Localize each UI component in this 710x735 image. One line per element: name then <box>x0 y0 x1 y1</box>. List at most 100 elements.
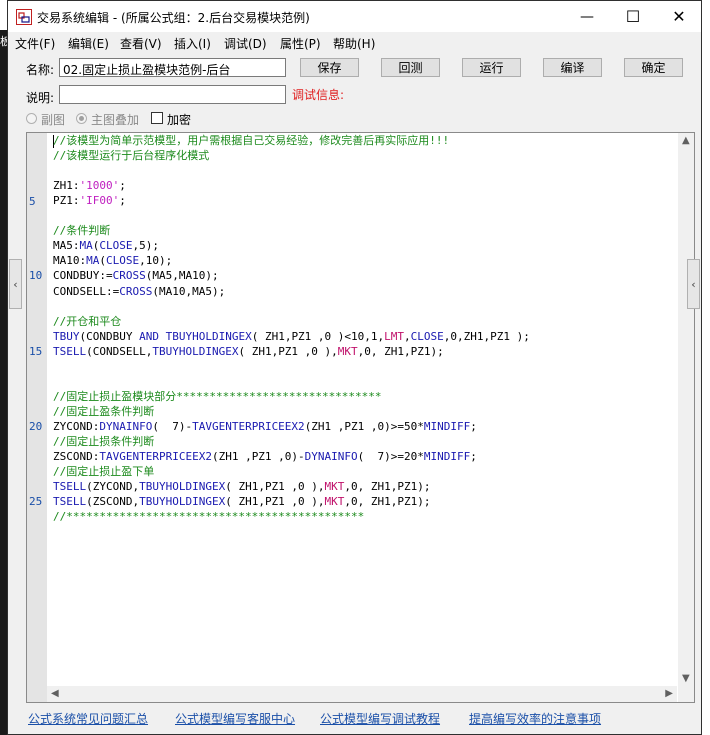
code-lines[interactable]: //该模型为简单示范模型，用户需根据自己交易经验，修改完善后再实际应用!!! //… <box>53 133 673 702</box>
scroll-up-icon[interactable]: ▲ <box>682 135 690 146</box>
code-token: LMT <box>384 329 405 343</box>
menu-file[interactable]: 文件(F) <box>15 35 55 52</box>
link-faq[interactable]: 公式系统常见问题汇总 <box>28 710 148 727</box>
vertical-scrollbar[interactable]: ▲ ▼ <box>678 133 694 702</box>
menu-debug[interactable]: 调试(D) <box>224 35 267 52</box>
code-line: MA5:MA(CLOSE,5); <box>53 238 159 253</box>
code-line: //条件判断 <box>53 223 110 238</box>
code-token: TBUYHOLDINGEX <box>139 480 226 494</box>
code-line: TBUY(CONDBUY AND TBUYHOLDINGEX( ZH1,PZ1 … <box>53 329 530 344</box>
code-token: ( 7)- <box>152 419 193 433</box>
code-token: //固定止损止盈下单 <box>53 465 155 479</box>
code-token: AND <box>139 329 159 343</box>
code-token: TBUYHOLDINGEX <box>165 329 252 343</box>
scroll-left-icon[interactable]: ◀ <box>51 688 59 699</box>
code-token: ( 7)>=20* <box>357 450 424 464</box>
line-number: 10 <box>29 269 43 282</box>
code-line: ZYCOND:DYNAINFO( 7)-TAVGENTERPRICEEX2(ZH… <box>53 419 477 434</box>
code-line: //固定止损条件判断 <box>53 434 154 449</box>
line-number: 15 <box>29 345 43 358</box>
app-icon <box>16 9 32 25</box>
scroll-right-icon[interactable]: ▶ <box>665 688 673 699</box>
minimize-button[interactable]: — <box>564 1 610 32</box>
code-line: ZH1:'1000'; <box>53 178 126 193</box>
code-token: ,10); <box>139 254 173 268</box>
menu-insert[interactable]: 插入(I) <box>174 35 211 52</box>
compile-button[interactable]: 编译 <box>543 58 602 77</box>
main-overlay-radio[interactable] <box>76 113 87 124</box>
code-token: ( <box>99 254 106 268</box>
code-token: DYNAINFO <box>99 419 153 433</box>
run-button[interactable]: 运行 <box>462 58 521 77</box>
code-token: //条件判断 <box>53 224 111 238</box>
code-token: ; <box>470 450 477 464</box>
horizontal-scrollbar[interactable]: ◀ ▶ <box>47 686 677 702</box>
code-token: ZSCOND: <box>53 450 100 464</box>
code-token: CLOSE <box>410 329 444 343</box>
code-line: //该模型运行于后台程序化模式 <box>53 148 209 163</box>
right-expand-tab[interactable]: ‹ <box>687 259 700 309</box>
code-token: (ZYCOND, <box>86 480 140 494</box>
description-label: 说明: <box>26 91 55 105</box>
background-strip-right <box>702 30 710 735</box>
code-token: CONDSELL:= <box>53 284 120 298</box>
link-support-center[interactable]: 公式模型编写客服中心 <box>175 710 295 727</box>
code-token: ,0, ZH1,PZ1); <box>344 495 431 509</box>
code-token: CLOSE <box>99 239 133 253</box>
save-button[interactable]: 保存 <box>300 58 359 77</box>
encrypt-label: 加密 <box>167 113 192 127</box>
menu-properties[interactable]: 属性(P) <box>280 35 321 52</box>
left-expand-tab[interactable]: ‹ <box>9 259 22 309</box>
code-token: MA5: <box>53 239 80 253</box>
code-token: TBUYHOLDINGEX <box>152 344 239 358</box>
code-token: ,0,ZH1,PZ1 ); <box>443 329 530 343</box>
code-token: 'IF00' <box>79 194 120 208</box>
menu-help[interactable]: 帮助(H) <box>333 35 375 52</box>
code-token: MKT <box>337 344 358 358</box>
code-token: TBUY <box>53 329 80 343</box>
code-token: TAVGENTERPRICEEX2 <box>99 450 212 464</box>
background-strip-left <box>0 30 7 735</box>
line-number-gutter: 5 10 15 20 25 <box>27 133 47 702</box>
menu-edit[interactable]: 编辑(E) <box>68 35 109 52</box>
scroll-down-icon[interactable]: ▼ <box>682 673 690 684</box>
code-line: ZSCOND:TAVGENTERPRICEEX2(ZH1 ,PZ1 ,0)-DY… <box>53 449 477 464</box>
code-token: PZ1: <box>53 194 80 208</box>
code-line: MA10:MA(CLOSE,10); <box>53 253 172 268</box>
code-token: MINDIFF <box>423 419 471 433</box>
close-icon: ✕ <box>672 7 686 26</box>
code-token: ; <box>119 179 126 193</box>
code-line: //开仓和平仓 <box>53 314 121 329</box>
code-token: MA10: <box>53 254 87 268</box>
menu-view[interactable]: 查看(V) <box>120 35 162 52</box>
link-efficiency-tips[interactable]: 提高编写效率的注意事项 <box>469 710 601 727</box>
code-token: TSELL <box>53 495 87 509</box>
code-token: TBUYHOLDINGEX <box>139 495 226 509</box>
description-input[interactable] <box>59 85 286 104</box>
maximize-button[interactable]: ☐ <box>610 1 656 32</box>
code-token: ; <box>470 419 477 433</box>
code-token: DYNAINFO <box>304 450 358 464</box>
line-number: 25 <box>29 495 43 508</box>
close-button[interactable]: ✕ <box>656 1 701 32</box>
code-token: (ZH1 ,PZ1 ,0)- <box>211 450 305 464</box>
code-token: (CONDBUY <box>79 329 140 343</box>
chevron-left-icon: ‹ <box>691 277 696 291</box>
code-token: TSELL <box>53 480 87 494</box>
code-token: ZH1: <box>53 179 80 193</box>
code-token: ,0, ZH1,PZ1); <box>344 480 431 494</box>
sub-chart-radio[interactable] <box>26 113 37 124</box>
ok-button[interactable]: 确定 <box>624 58 683 77</box>
code-token: CROSS <box>112 269 146 283</box>
name-input[interactable]: 02.固定止损止盈模块范例-后台 <box>59 58 286 77</box>
encrypt-checkbox[interactable] <box>151 112 163 124</box>
link-debug-tutorial[interactable]: 公式模型编写调试教程 <box>320 710 440 727</box>
code-token: CROSS <box>119 284 153 298</box>
code-token: ( ZH1,PZ1 ,0 ), <box>238 344 338 358</box>
title-bar: 交易系统编辑 - (所属公式组：2.后台交易模块范例) — ☐ ✕ <box>8 1 701 32</box>
code-editor[interactable]: 5 10 15 20 25 //该模型为简单示范模型，用户需根据自己交易经验，修… <box>26 132 695 703</box>
formula-editor-window: 交易系统编辑 - (所属公式组：2.后台交易模块范例) — ☐ ✕ 文件(F) … <box>7 0 702 735</box>
code-token: ZYCOND: <box>53 419 100 433</box>
backtest-button[interactable]: 回测 <box>381 58 440 77</box>
code-line: CONDBUY:=CROSS(MA5,MA10); <box>53 268 219 283</box>
